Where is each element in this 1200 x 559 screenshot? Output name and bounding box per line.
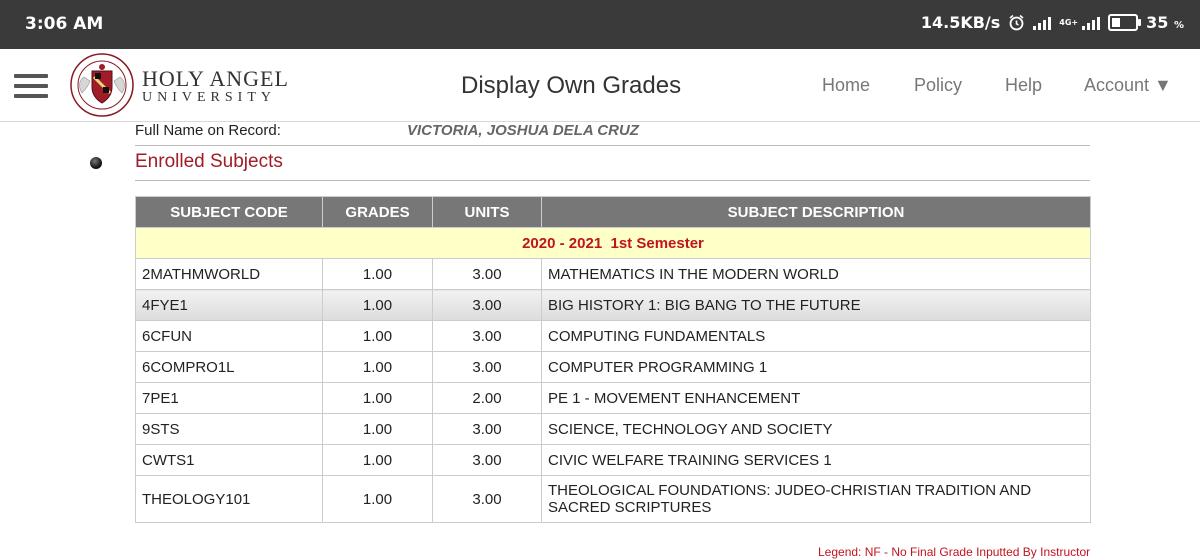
subject-code: THEOLOGY101 [135,475,323,523]
grade-value: 1.00 [322,475,433,523]
subject-code: 6COMPRO1L [135,351,323,383]
status-right: 14.5KB/s 4G+ 35 % [921,13,1184,32]
table-row: CWTS1 1.00 3.00 CIVIC WELFARE TRAINING S… [135,444,1091,476]
subject-code: 4FYE1 [135,289,323,321]
subject-code: 7PE1 [135,382,323,414]
legend-note: Legend: NF - No Final Grade Inputted By … [818,545,1091,559]
battery-icon [1108,14,1142,31]
subject-description: PE 1 - MOVEMENT ENHANCEMENT [541,382,1091,414]
grade-value: 1.00 [322,351,433,383]
grade-value: 1.00 [322,413,433,445]
alarm-icon [1009,14,1024,31]
status-bar: 3:06 AM 14.5KB/s 4G+ 35 % [0,0,1200,49]
subject-code: 9STS [135,413,323,445]
subject-description: COMPUTING FUNDAMENTALS [541,320,1091,352]
nav-policy-link[interactable]: Policy [914,75,962,96]
table-row: 6CFUN 1.00 3.00 COMPUTING FUNDAMENTALS [135,320,1091,352]
column-header-description: SUBJECT DESCRIPTION [541,196,1091,228]
column-header-grades: GRADES [322,196,433,228]
table-row: 9STS 1.00 3.00 SCIENCE, TECHNOLOGY AND S… [135,413,1091,445]
app-header: HOLY ANGEL UNIVERSITY Display Own Grades… [0,49,1200,122]
record-name-label: Full Name on Record: [135,122,281,139]
signal-icon [1033,16,1052,30]
subject-code: 6CFUN [135,320,323,352]
units-value: 3.00 [432,413,542,445]
signal-icon [1082,16,1101,30]
section-title: Enrolled Subjects [135,151,283,172]
university-seal-logo [70,53,134,117]
record-name-row: Full Name on Record: VICTORIA, JOSHUA DE… [135,122,1090,146]
page-title: Display Own Grades [461,72,682,99]
units-value: 3.00 [432,320,542,352]
semester-row: 2020 - 2021 1st Semester [135,227,1091,259]
table-row: 6COMPRO1L 1.00 3.00 COMPUTER PROGRAMMING… [135,351,1091,383]
table-row: 7PE1 1.00 2.00 PE 1 - MOVEMENT ENHANCEME… [135,382,1091,414]
units-value: 3.00 [432,258,542,290]
grade-value: 1.00 [322,320,433,352]
university-name-line2: UNIVERSITY [142,90,276,105]
table-row: 2MATHMWORLD 1.00 3.00 MATHEMATICS IN THE… [135,258,1091,290]
university-name-line1: HOLY ANGEL [142,66,289,91]
section-divider [135,180,1090,181]
subject-description: SCIENCE, TECHNOLOGY AND SOCIETY [541,413,1091,445]
subject-description: COMPUTER PROGRAMMING 1 [541,351,1091,383]
nav-account-dropdown[interactable]: Account ▼ [1084,75,1172,96]
subject-description: CIVIC WELFARE TRAINING SERVICES 1 [541,444,1091,476]
university-name: HOLY ANGEL UNIVERSITY [142,66,289,106]
units-value: 3.00 [432,444,542,476]
units-value: 3.00 [432,475,542,523]
record-name-value: VICTORIA, JOSHUA DELA CRUZ [407,122,639,139]
subject-code: 2MATHMWORLD [135,258,323,290]
grade-value: 1.00 [322,289,433,321]
nav-help-link[interactable]: Help [1005,75,1042,96]
hamburger-menu-icon[interactable] [14,74,48,98]
column-header-units: UNITS [432,196,542,228]
network-speed: 14.5KB/s [920,13,1001,32]
table-header-row: SUBJECT CODE GRADES UNITS SUBJECT DESCRI… [135,196,1091,228]
battery-percent: 35 % [1146,13,1184,32]
section-bullet-icon [90,157,102,169]
table-row: 4FYE1 1.00 3.00 BIG HISTORY 1: BIG BANG … [135,289,1091,321]
subject-description: BIG HISTORY 1: BIG BANG TO THE FUTURE [541,289,1091,321]
semester-label: 2020 - 2021 1st Semester [135,227,1091,259]
grade-value: 1.00 [322,258,433,290]
network-type: 4G+ [1059,17,1079,27]
subject-description: MATHEMATICS IN THE MODERN WORLD [541,258,1091,290]
grades-table: SUBJECT CODE GRADES UNITS SUBJECT DESCRI… [135,196,1091,523]
subject-description: THEOLOGICAL FOUNDATIONS: JUDEO-CHRISTIAN… [541,475,1091,523]
nav-home-link[interactable]: Home [822,75,870,96]
units-value: 3.00 [432,351,542,383]
table-row: THEOLOGY101 1.00 3.00 THEOLOGICAL FOUNDA… [135,475,1091,523]
status-time: 3:06 AM [25,14,104,34]
column-header-subject-code: SUBJECT CODE [135,196,323,228]
grade-value: 1.00 [322,382,433,414]
units-value: 3.00 [432,289,542,321]
subject-code: CWTS1 [135,444,323,476]
grade-value: 1.00 [322,444,433,476]
units-value: 2.00 [432,382,542,414]
